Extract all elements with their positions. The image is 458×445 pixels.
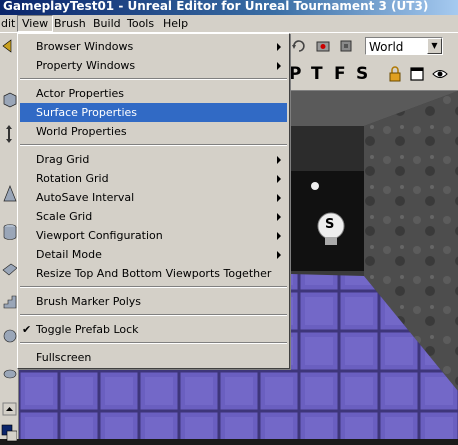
- sheet-brush-icon[interactable]: [1, 258, 17, 280]
- submenu-arrow-icon: [277, 232, 281, 240]
- stairs-brush-icon[interactable]: [1, 291, 17, 313]
- camera-icon[interactable]: [315, 38, 331, 54]
- volume-brush-icon[interactable]: [1, 363, 17, 385]
- submenu-arrow-icon: [277, 194, 281, 202]
- main-toolbar: World ▼: [289, 33, 458, 60]
- maximize-viewport-icon[interactable]: [409, 66, 425, 82]
- submenu-arrow-icon: [277, 251, 281, 259]
- move-tool-icon[interactable]: [1, 123, 17, 145]
- checkmark-icon: ✔: [22, 323, 32, 336]
- menu-item-brush-marker-polys[interactable]: Brush Marker Polys: [20, 292, 287, 311]
- chevron-down-icon[interactable]: ▼: [427, 38, 442, 54]
- menu-item-viewport-configuration[interactable]: Viewport Configuration: [20, 226, 287, 245]
- lock-icon[interactable]: [387, 66, 403, 82]
- realtime-eye-icon[interactable]: [432, 66, 448, 82]
- submenu-arrow-icon: [277, 175, 281, 183]
- menu-item-fullscreen[interactable]: Fullscreen: [20, 348, 287, 367]
- menu-item-actor-properties[interactable]: Actor Properties: [20, 84, 287, 103]
- menu-item-scale-grid[interactable]: Scale Grid: [20, 207, 287, 226]
- submenu-arrow-icon: [277, 62, 281, 70]
- menu-item-toggle-prefab-lock[interactable]: ✔ Toggle Prefab Lock: [20, 320, 287, 339]
- submenu-arrow-icon: [277, 156, 281, 164]
- menu-view[interactable]: View: [17, 15, 54, 32]
- coordinate-system-select[interactable]: World ▼: [365, 37, 443, 55]
- menu-build[interactable]: Build: [89, 15, 125, 32]
- redo-icon[interactable]: [291, 38, 307, 54]
- scroll-arrow-icon[interactable]: [1, 400, 17, 422]
- menu-separator: [20, 314, 287, 316]
- window-title: GameplayTest01 - Unreal Editor for Unrea…: [3, 0, 429, 13]
- menu-bar: dit View Brush Build Tools Help: [0, 15, 458, 33]
- menu-item-property-windows[interactable]: Property Windows: [20, 56, 287, 75]
- menu-item-autosave-interval[interactable]: AutoSave Interval: [20, 188, 287, 207]
- viewport-toolbar: P T F S: [289, 60, 458, 91]
- menu-item-rotation-grid[interactable]: Rotation Grid: [20, 169, 287, 188]
- menu-tools[interactable]: Tools: [123, 15, 158, 32]
- view-front-button[interactable]: F: [334, 64, 346, 84]
- menu-separator: [20, 78, 287, 80]
- color-picker-icon[interactable]: [1, 423, 17, 445]
- menu-item-world-properties[interactable]: World Properties: [20, 122, 287, 141]
- cube-tool-icon[interactable]: [1, 88, 17, 110]
- window-title-bar[interactable]: GameplayTest01 - Unreal Editor for Unrea…: [0, 0, 458, 15]
- cylinder-brush-icon[interactable]: [1, 221, 17, 243]
- menu-item-browser-windows[interactable]: Browser Windows: [20, 37, 287, 56]
- coordinate-system-value: World: [369, 40, 404, 54]
- menu-separator: [20, 342, 287, 344]
- menu-separator: [20, 144, 287, 146]
- actor-label: S: [325, 217, 335, 232]
- menu-item-resize-viewports[interactable]: Resize Top And Bottom Viewports Together: [20, 264, 287, 283]
- view-perspective-button[interactable]: P: [289, 64, 301, 84]
- submenu-arrow-icon: [277, 43, 281, 51]
- menu-item-surface-properties[interactable]: Surface Properties: [20, 103, 287, 122]
- menu-help[interactable]: Help: [159, 15, 192, 32]
- view-top-button[interactable]: T: [311, 64, 323, 84]
- menu-item-detail-mode[interactable]: Detail Mode: [20, 245, 287, 264]
- menu-item-drag-grid[interactable]: Drag Grid: [20, 150, 287, 169]
- menu-separator: [20, 286, 287, 288]
- menu-brush[interactable]: Brush: [50, 15, 90, 32]
- arrow-tool-icon[interactable]: [1, 36, 17, 58]
- cone-brush-icon[interactable]: [1, 183, 17, 205]
- sphere-brush-icon[interactable]: [1, 325, 17, 347]
- view-side-button[interactable]: S: [356, 64, 368, 84]
- view-menu-dropdown: Browser Windows Property Windows Actor P…: [17, 33, 290, 369]
- build-icon[interactable]: [338, 38, 354, 54]
- submenu-arrow-icon: [277, 213, 281, 221]
